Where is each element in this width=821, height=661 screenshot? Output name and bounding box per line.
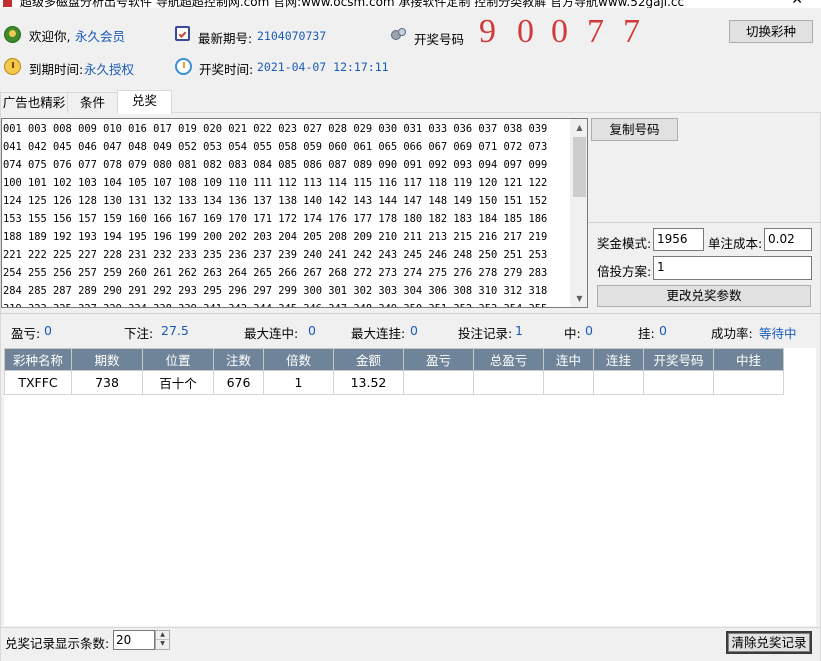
welcome-label: 欢迎你, <box>29 29 71 44</box>
clock-icon <box>4 58 21 75</box>
stepper-down-icon[interactable]: ▼ <box>156 639 169 647</box>
column-header[interactable]: 开奖号码 <box>643 348 714 371</box>
numbers-scrollbar[interactable]: ▲ ▼ <box>570 119 587 307</box>
table-row[interactable]: TXFFC 738 百十个 676 1 13.52 <box>4 370 784 395</box>
latest-period-label: 最新期号: <box>198 31 253 46</box>
record-count-stepper[interactable]: ▲ ▼ <box>155 630 170 650</box>
tab-redeem[interactable]: 兑奖 <box>117 90 172 114</box>
table-cell <box>593 370 644 395</box>
stepper-up-icon[interactable]: ▲ <box>156 631 169 639</box>
expire-label: 到期时间: <box>29 62 84 77</box>
column-header[interactable]: 金额 <box>333 348 404 371</box>
welcome-user: 永久会员 <box>75 29 126 44</box>
hit-label: 中: <box>564 326 581 341</box>
unit-cost-input[interactable]: 0.02 <box>764 228 812 251</box>
footer-divider <box>0 627 821 628</box>
miss-label: 挂: <box>638 326 655 341</box>
scroll-up-icon[interactable]: ▲ <box>571 119 587 136</box>
record-count-label: 兑奖记录显示条数: <box>5 636 110 651</box>
miss-value: 0 <box>659 323 667 338</box>
profit-label: 盈亏: <box>11 326 41 341</box>
table-cell: 738 <box>71 370 143 395</box>
column-header[interactable]: 注数 <box>213 348 264 371</box>
prize-mode-input[interactable]: 1956 <box>653 228 704 251</box>
success-rate-label: 成功率: <box>711 326 753 341</box>
table-cell <box>473 370 544 395</box>
bet-label: 下注: <box>124 326 154 341</box>
window-title: 超级多磁盘分析出号软件 导航超超控制网.com 官网:www.ocsm.com … <box>20 0 685 8</box>
table-cell <box>403 370 474 395</box>
clear-records-button[interactable]: 清除兑奖记录 <box>726 631 812 654</box>
column-header[interactable]: 期数 <box>71 348 143 371</box>
table-cell: 676 <box>213 370 264 395</box>
app-icon <box>3 0 12 7</box>
max-loss-streak-value: 0 <box>410 323 418 338</box>
numbers-text: 001 003 008 009 010 016 017 019 020 021 … <box>3 123 548 307</box>
tab-conditions[interactable]: 条件 <box>67 92 118 113</box>
stats-divider <box>0 313 821 314</box>
column-header[interactable]: 连中 <box>543 348 594 371</box>
column-header[interactable]: 彩种名称 <box>4 348 72 371</box>
user-icon <box>4 26 21 43</box>
copy-numbers-button[interactable]: 复制号码 <box>591 118 678 141</box>
draw-machine-icon <box>390 27 408 43</box>
table-cell: 13.52 <box>333 370 404 395</box>
latest-period-value: 2104070737 <box>257 29 327 43</box>
scroll-thumb[interactable] <box>573 137 586 197</box>
success-rate-value: 等待中 <box>759 326 797 341</box>
draw-digit: 0 <box>551 13 568 50</box>
calendar-icon <box>175 26 190 41</box>
column-header[interactable]: 连挂 <box>593 348 644 371</box>
numbers-textarea[interactable]: 001 003 008 009 010 016 017 019 020 021 … <box>1 118 588 308</box>
multiplier-input[interactable]: 1 <box>653 256 812 280</box>
close-icon[interactable]: ✕ <box>791 0 803 8</box>
column-header[interactable]: 总盈亏 <box>473 348 544 371</box>
column-header[interactable]: 盈亏 <box>403 348 474 371</box>
prize-mode-label: 奖金模式: <box>597 236 652 251</box>
tab-ads[interactable]: 广告也精彩 <box>0 92 68 113</box>
column-header[interactable]: 倍数 <box>263 348 334 371</box>
unit-cost-label: 单注成本: <box>708 236 763 251</box>
table-cell: 1 <box>263 370 334 395</box>
table-cell: 百十个 <box>142 370 214 395</box>
draw-time-label: 开奖时间: <box>199 62 254 77</box>
table-cell <box>643 370 714 395</box>
draw-time-value: 2021-04-07 12:17:11 <box>257 60 389 74</box>
table-header-row: 彩种名称 期数 位置 注数 倍数 金额 盈亏 总盈亏 连中 连挂 开奖号码 中挂 <box>4 348 784 371</box>
max-win-streak-value: 0 <box>308 323 316 338</box>
bet-record-value: 1 <box>515 323 523 338</box>
draw-digit: 7 <box>587 13 604 50</box>
column-header[interactable]: 中挂 <box>713 348 784 371</box>
max-loss-streak-label: 最大连挂: <box>351 326 406 341</box>
hit-value: 0 <box>585 323 593 338</box>
scroll-down-icon[interactable]: ▼ <box>571 290 587 307</box>
profit-value: 0 <box>44 323 52 338</box>
draw-digit: 7 <box>623 13 640 50</box>
table-cell <box>713 370 784 395</box>
record-count-input[interactable]: 20 <box>113 630 155 650</box>
timer-icon <box>175 58 192 75</box>
records-table: 彩种名称 期数 位置 注数 倍数 金额 盈亏 总盈亏 连中 连挂 开奖号码 中挂… <box>4 348 784 395</box>
expire-value: 永久授权 <box>84 62 135 77</box>
multiplier-label: 倍投方案: <box>597 264 652 279</box>
bet-value: 27.5 <box>161 323 189 338</box>
change-params-button[interactable]: 更改兑奖参数 <box>597 285 811 307</box>
bet-record-label: 投注记录: <box>458 326 513 341</box>
table-cell <box>543 370 594 395</box>
max-win-streak-label: 最大连中: <box>244 326 299 341</box>
column-header[interactable]: 位置 <box>142 348 214 371</box>
draw-digit: 0 <box>517 13 534 50</box>
title-bar: 超级多磁盘分析出号软件 导航超超控制网.com 官网:www.ocsm.com … <box>0 0 821 8</box>
draw-number-label: 开奖号码 <box>414 32 465 47</box>
right-panel-divider <box>588 222 821 223</box>
table-cell: TXFFC <box>4 370 72 395</box>
switch-lottery-button[interactable]: 切换彩种 <box>729 20 813 43</box>
draw-digit: 9 <box>479 13 496 50</box>
